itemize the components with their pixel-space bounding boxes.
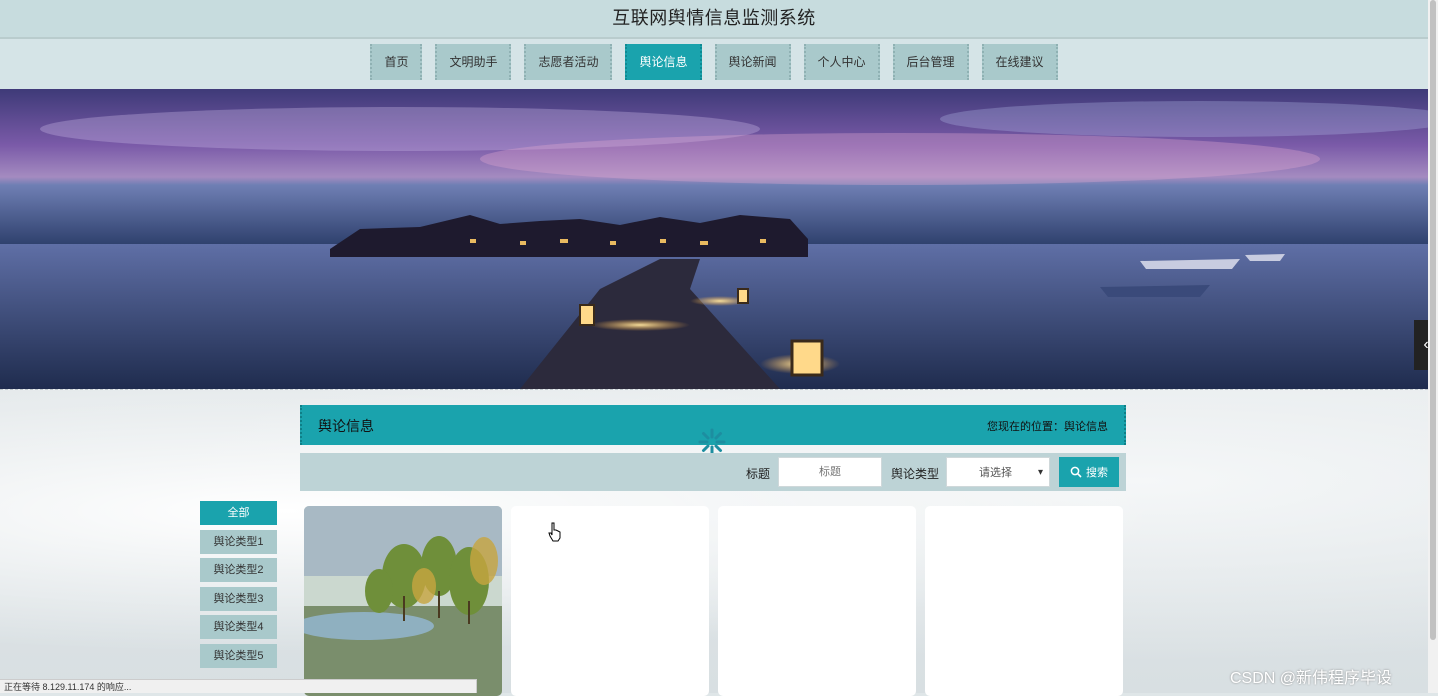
main-nav: 首页 文明助手 志愿者活动 舆论信息 舆论新闻 个人中心 后台管理 在线建议 [0, 39, 1428, 89]
breadcrumb: 您现在的位置：舆论信息 [987, 421, 1108, 433]
category-type-1[interactable]: 舆论类型1 [200, 529, 277, 554]
search-button-label: 搜索 [1086, 467, 1108, 479]
category-type-5[interactable]: 舆论类型5 [200, 643, 277, 668]
category-list: 全部 舆论类型1 舆论类型2 舆论类型3 舆论类型4 舆论类型5 [200, 501, 277, 672]
site-title: 互联网舆情信息监测系统 [612, 8, 816, 28]
opinion-card[interactable] [304, 506, 502, 696]
nav-item-home[interactable]: 首页 [370, 44, 423, 80]
search-button[interactable]: 搜索 [1059, 457, 1119, 487]
opinion-card[interactable] [511, 506, 709, 696]
nav-item-suggestions[interactable]: 在线建议 [981, 44, 1058, 80]
nav-item-opinion-news[interactable]: 舆论新闻 [714, 44, 791, 80]
card-image [304, 506, 502, 696]
loading-spinner-icon [698, 428, 726, 456]
opinion-card[interactable] [718, 506, 916, 696]
scrollbar-thumb[interactable] [1430, 0, 1436, 640]
watermark: CSDN @新伟程序毕设 [1230, 670, 1393, 687]
title-search-input[interactable] [778, 457, 882, 487]
nav-item-opinion-info[interactable]: 舆论信息 [625, 44, 702, 80]
category-type-3[interactable]: 舆论类型3 [200, 586, 277, 611]
site-header: 互联网舆情信息监测系统 [0, 0, 1428, 39]
chevron-down-icon: ▾ [1037, 466, 1043, 478]
category-type-4[interactable]: 舆论类型4 [200, 615, 277, 639]
search-icon [1070, 466, 1082, 478]
banner-image [0, 89, 1428, 389]
title-filter-label: 标题 [746, 467, 771, 481]
hand-cursor-icon [548, 522, 561, 542]
hero-banner [0, 89, 1428, 390]
nav-item-profile[interactable]: 个人中心 [803, 44, 880, 80]
nav-item-admin[interactable]: 后台管理 [892, 44, 969, 80]
type-select[interactable]: 请选择 ▾ [946, 457, 1050, 487]
type-select-value: 请选择 [979, 467, 1012, 479]
page-title: 舆论信息 [318, 418, 374, 434]
nav-item-assistant[interactable]: 文明助手 [435, 44, 512, 80]
category-type-2[interactable]: 舆论类型2 [200, 558, 277, 582]
nav-item-volunteer[interactable]: 志愿者活动 [524, 44, 613, 80]
type-filter-label: 舆论类型 [891, 467, 940, 481]
opinion-card[interactable] [925, 506, 1123, 696]
browser-status-bar: 正在等待 8.129.11.174 的响应... [0, 679, 477, 693]
category-all[interactable]: 全部 [200, 501, 277, 525]
search-bar: 标题 舆论类型 请选择 ▾ 搜索 [300, 453, 1126, 491]
